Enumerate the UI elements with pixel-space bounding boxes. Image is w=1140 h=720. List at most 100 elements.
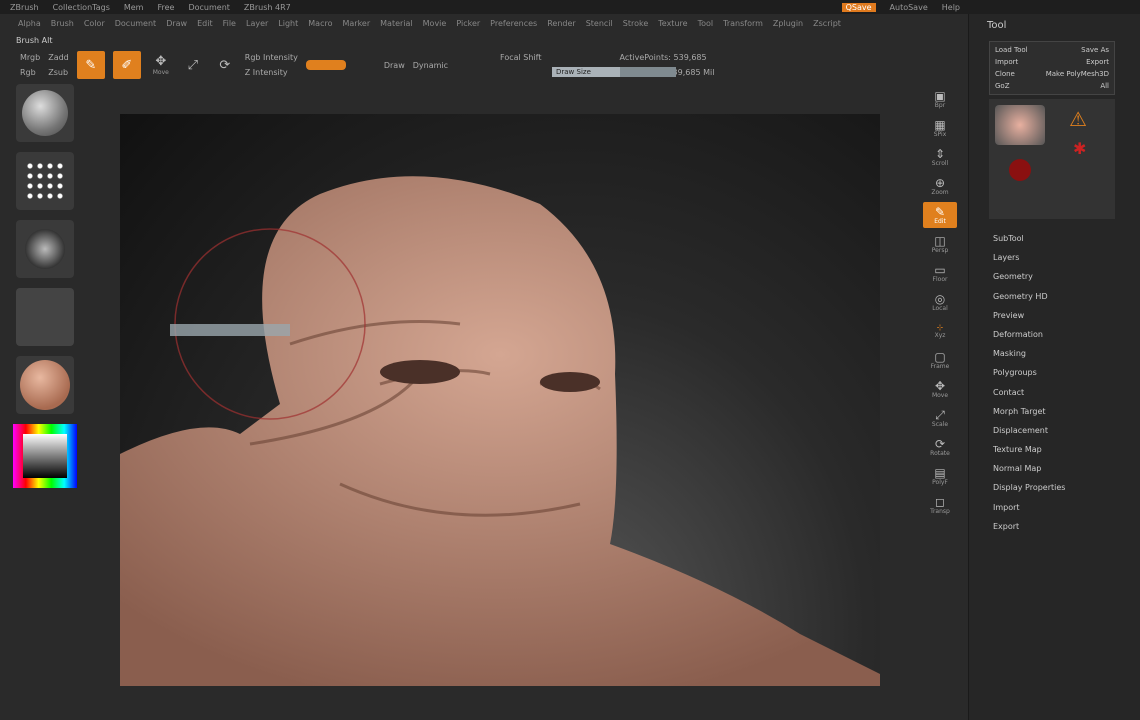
subpalette-preview[interactable]: Preview: [993, 306, 1140, 325]
material-picker[interactable]: [16, 356, 74, 414]
shelf-zoom-button[interactable]: ⊕ Zoom: [923, 173, 957, 199]
current-tool-thumb[interactable]: [995, 105, 1045, 145]
menu-movie[interactable]: Movie: [423, 19, 447, 28]
menu-preferences[interactable]: Preferences: [490, 19, 537, 28]
edit-icon: ✎: [85, 57, 97, 73]
quicksave-button[interactable]: QSave: [841, 2, 876, 12]
menu-texture[interactable]: Texture: [658, 19, 687, 28]
z-intensity-slider[interactable]: [305, 60, 346, 70]
focal-shift-label[interactable]: Focal Shift: [500, 53, 541, 62]
title-bar: ZBrush CollectionTags Mem Free Document …: [0, 0, 1140, 14]
subpalette-deformation[interactable]: Deformation: [993, 325, 1140, 344]
menu-marker[interactable]: Marker: [342, 19, 370, 28]
subpalette-import[interactable]: Import: [993, 498, 1140, 517]
menu-file[interactable]: File: [223, 19, 236, 28]
subpalette-contact[interactable]: Contact: [993, 383, 1140, 402]
menu-material[interactable]: Material: [380, 19, 413, 28]
simple-brush-icon[interactable]: ⚠: [1069, 107, 1087, 131]
viewport-canvas[interactable]: [120, 114, 880, 686]
shelf-transp-button[interactable]: ◻ Transp: [923, 492, 957, 518]
shelf-floor-button[interactable]: ▭ Floor: [923, 260, 957, 286]
edit-icon: ✎: [934, 204, 946, 219]
menu-macro[interactable]: Macro: [308, 19, 332, 28]
texture-picker[interactable]: [16, 288, 74, 346]
subpalette-texture-map[interactable]: Texture Map: [993, 440, 1140, 459]
color-picker[interactable]: [13, 424, 77, 488]
alpha-picker[interactable]: [16, 220, 74, 278]
tool-palette-title[interactable]: Tool: [969, 14, 1140, 37]
tool-grid-button[interactable]: GoZ: [995, 82, 1010, 90]
shelf-frame-button[interactable]: ▢ Frame: [923, 347, 957, 373]
shelf-edit-button[interactable]: ✎ Edit: [923, 202, 957, 228]
shelf-polyf-button[interactable]: ▤ PolyF: [923, 463, 957, 489]
tool-grid-button[interactable]: Export: [1086, 58, 1109, 66]
star-tool-icon[interactable]: ✱: [1073, 139, 1086, 158]
shelf-xyz-label: Xyz: [934, 331, 946, 339]
subpalette-geometry[interactable]: Geometry: [993, 267, 1140, 286]
xyz-icon: ⊹: [936, 322, 944, 332]
shelf-spix-button[interactable]: ▦ SPix: [923, 115, 957, 141]
menu-stroke[interactable]: Stroke: [623, 19, 649, 28]
rotate-button[interactable]: ⟳: [213, 51, 237, 79]
rgb-intensity-label[interactable]: Rgb Intensity: [245, 53, 298, 62]
subpalette-layers[interactable]: Layers: [993, 248, 1140, 267]
dynamic-label[interactable]: Dynamic: [413, 61, 448, 70]
shelf-xyz-button[interactable]: ⊹ Xyz: [923, 318, 957, 344]
rgb-button[interactable]: Rgb: [20, 68, 40, 77]
subpalette-masking[interactable]: Masking: [993, 344, 1140, 363]
z-intensity-label[interactable]: Z Intensity: [245, 68, 298, 77]
sphere-tool-icon[interactable]: [1009, 159, 1031, 181]
subpalette-display-properties[interactable]: Display Properties: [993, 478, 1140, 497]
menu-light[interactable]: Light: [278, 19, 298, 28]
alpha-icon: [25, 229, 65, 269]
menu-document[interactable]: Document: [115, 19, 156, 28]
subpalette-normal-map[interactable]: Normal Map: [993, 459, 1140, 478]
shelf-move-button[interactable]: ✥ Move: [923, 376, 957, 402]
tool-grid-button[interactable]: All: [1100, 82, 1109, 90]
brush-label: Brush Alt: [16, 36, 53, 45]
subpalette-export[interactable]: Export: [993, 517, 1140, 536]
subpalette-geometry-hd[interactable]: Geometry HD: [993, 287, 1140, 306]
subpalette-morph-target[interactable]: Morph Target: [993, 402, 1140, 421]
scale-button[interactable]: ⤢: [181, 51, 205, 79]
tool-thumbnails[interactable]: ⚠ ✱: [989, 99, 1115, 219]
menu-layer[interactable]: Layer: [246, 19, 268, 28]
zadd-button[interactable]: Zadd: [48, 53, 69, 62]
shelf-local-button[interactable]: ◎ Local: [923, 289, 957, 315]
menu-edit[interactable]: Edit: [197, 19, 213, 28]
tool-grid-button[interactable]: Import: [995, 58, 1018, 66]
shelf-scale-button[interactable]: ⤢ Scale: [923, 405, 957, 431]
edit-button[interactable]: ✎: [76, 51, 105, 79]
draw-button[interactable]: ✐: [112, 51, 141, 79]
stroke-picker[interactable]: [16, 152, 74, 210]
menu-zscript[interactable]: Zscript: [813, 19, 841, 28]
menu-alpha[interactable]: Alpha: [18, 19, 41, 28]
shelf-bpr-button[interactable]: ▣ Bpr: [923, 86, 957, 112]
brush-picker[interactable]: [16, 84, 74, 142]
help-menu[interactable]: Help: [942, 3, 960, 12]
menu-color[interactable]: Color: [84, 19, 105, 28]
mrgb-button[interactable]: Mrgb: [20, 53, 40, 62]
persp-icon: ◫: [934, 233, 946, 248]
tool-grid-button[interactable]: Make PolyMesh3D: [1046, 70, 1109, 78]
subpalette-subtool[interactable]: SubTool: [993, 229, 1140, 248]
menu-brush[interactable]: Brush: [51, 19, 74, 28]
tool-grid-button[interactable]: Save As: [1081, 46, 1109, 54]
shelf-rotate-button[interactable]: ⟳ Rotate: [923, 434, 957, 460]
menu-transform[interactable]: Transform: [723, 19, 763, 28]
zsub-button[interactable]: Zsub: [48, 68, 69, 77]
subpalette-polygroups[interactable]: Polygroups: [993, 363, 1140, 382]
menu-draw[interactable]: Draw: [166, 19, 187, 28]
move-button[interactable]: ✥ Move: [149, 51, 173, 79]
tool-grid-button[interactable]: Clone: [995, 70, 1015, 78]
menu-picker[interactable]: Picker: [456, 19, 480, 28]
menu-render[interactable]: Render: [547, 19, 575, 28]
menu-stencil[interactable]: Stencil: [586, 19, 613, 28]
menu-zplugin[interactable]: Zplugin: [773, 19, 803, 28]
menu-tool[interactable]: Tool: [698, 19, 714, 28]
shelf-persp-button[interactable]: ◫ Persp: [923, 231, 957, 257]
tool-grid-button[interactable]: Load Tool: [995, 46, 1028, 54]
shelf-scroll-button[interactable]: ⇕ Scroll: [923, 144, 957, 170]
draw-size-slider[interactable]: Draw Size: [552, 67, 676, 77]
subpalette-displacement[interactable]: Displacement: [993, 421, 1140, 440]
